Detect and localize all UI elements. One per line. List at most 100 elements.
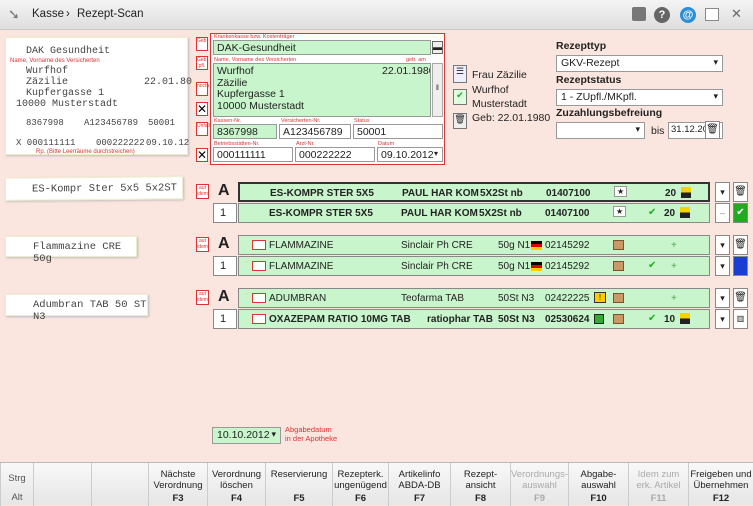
item-1-article-row[interactable]: ES-KOMPR STER 5X5 PAUL HAR KOM 5X2St nb … [238,203,710,223]
item-1-name: ES-KOMPR STER 5X5 [270,188,374,199]
item-2b-maker: Sinclair Ph CRE [401,261,473,272]
scan-city: 10000 Musterstadt [16,99,119,110]
modifier-keys: Strg Alt [0,463,33,506]
item-1b-stock-icon [680,207,690,218]
item-2-delete-button[interactable]: 🗑 [733,235,748,255]
abgabedatum-select[interactable]: 10.10.2012 [212,427,281,444]
item-1b-confirm-button[interactable]: ✔ [733,203,748,223]
scan-datum: 09.10.12 [146,138,190,148]
item-2b-pzn: 02145292 [545,261,590,272]
item-1-maker: PAUL HAR KOM [402,188,479,199]
street: Kupfergasse 1 [217,88,285,100]
f4-verordnung-loeschen-button[interactable]: Verordnung löschen F4 [207,463,265,506]
patient-lastname: Wurfhof [472,84,509,96]
zuzahlung-from-select[interactable] [556,122,645,139]
patient-delete-button[interactable]: 🗑 [453,113,467,129]
arzt-field[interactable]: 000222222 [295,147,375,162]
arbeitsunfall-checkbox[interactable]: ✕ [196,148,208,162]
item-3b-qty: 10 [664,314,676,325]
item-2-menu-button[interactable]: ▾ [715,235,730,255]
item-3b-menu-button[interactable]: ▾ [715,309,730,329]
item-1-menu-button[interactable]: ▾ [715,182,730,202]
betrieb-field[interactable]: 000111111 [213,147,293,162]
back-icon[interactable]: ➘ [8,6,20,23]
item-3-menu-button[interactable]: ▾ [715,288,730,308]
aut-idem-1[interactable]: aut idem [196,184,209,199]
aut-idem-2[interactable]: aut idem [196,237,209,252]
insurer-field[interactable]: DAK-Gesundheit [213,40,431,55]
versnr-field[interactable]: A123456789 [279,124,351,139]
item-2-flag-icon [531,241,542,250]
help-icon[interactable]: ? [654,7,670,23]
breadcrumb-root[interactable]: Kasse [32,8,64,20]
item-2b-name: FLAMMAZINE [269,261,334,272]
scan-rp-note: Rp. (Bitte Leerräume durchstreichen) [36,149,135,155]
item-2-quantity-field[interactable]: 1 [213,256,237,276]
patient-check-button[interactable]: ✔ [453,89,467,105]
item-2-size: 50g N1 [498,240,531,251]
gebuehr-frei-box: Geb. [196,37,208,51]
kassennr-field[interactable]: 8367998 [213,124,277,139]
scan-item-3: Adumbran TAB 50 ST N3 [5,294,148,323]
status-field[interactable]: 50001 [353,124,443,139]
address-scrollbar[interactable]: ‖ [432,63,443,117]
datum-dropdown-icon[interactable]: ▾ [434,149,438,158]
insurer-menu-button[interactable]: ▬ [432,41,443,54]
item-1b-size: 5X2St nb [479,208,522,219]
f11-idem-button[interactable]: Idem zum erk. Artikel F11 [628,463,688,506]
scan-item-3-text: Adumbran TAB 50 ST N3 [33,299,147,323]
f7-artikelinfo-button[interactable]: Artikelinfo ABDA-DB F7 [388,463,450,506]
rezepttyp-select[interactable]: GKV-Rezept [556,55,723,72]
item-3b-barcode-button[interactable]: ▥ [733,309,748,329]
scan-insurer: DAK Gesundheit [26,46,111,57]
empty-key-1 [33,463,91,506]
item-2-name: FLAMMAZINE [269,240,334,251]
item-3-delete-button[interactable]: 🗑 [733,288,748,308]
alt-marker-3: A [218,288,230,305]
aut-idem-3[interactable]: aut idem [196,290,209,305]
item-1-pzn: 01407100 [546,188,591,199]
item-1-delete-button[interactable]: 🗑 [733,182,748,202]
item-2b-status-button[interactable] [733,256,748,276]
printer-icon[interactable] [632,7,646,21]
f10-abgabeauswahl-button[interactable]: Abgabe-auswahl F10 [568,463,628,506]
address-field[interactable]: Wurfhof Zäzilie Kupfergasse 1 10000 Must… [213,63,431,117]
item-2-plus-icon: + [671,240,677,251]
item-3-quantity-field[interactable]: 1 [213,309,237,329]
item-3-article-row[interactable]: OXAZEPAM RATIO 10MG TAB ratiophar TAB 50… [238,309,710,329]
patient-search-button[interactable]: ☰ [453,65,467,83]
f8-rezeptansicht-button[interactable]: Rezept-ansicht F8 [450,463,510,506]
f9-verordnungsauswahl-button[interactable]: Verordnungs-auswahl F9 [510,463,568,506]
item-2-article-row[interactable]: FLAMMAZINE Sinclair Ph CRE 50g N1 021452… [238,256,710,276]
item-1b-minus-button[interactable]: – [715,203,730,223]
item-3b-info-icon [613,314,624,324]
item-3-pzn: 02422225 [545,293,590,304]
rezeptstatus-select[interactable]: 1 - ZUpfl./MKpfl. [556,89,723,106]
f6-rezepterk-button[interactable]: Rezepterk. ungenügend F6 [332,463,388,506]
item-3-pack-icon [252,293,266,303]
item-1b-star-icon: ★ [613,206,627,217]
item-2b-menu-button[interactable]: ▾ [715,256,730,276]
scan-item-1: ES-Kompr Ster 5x5 5x2ST [4,176,184,201]
close-icon[interactable]: ✕ [731,6,742,22]
item-2-scan-row[interactable]: FLAMMAZINE Sinclair Ph CRE 50g N1 021452… [238,235,710,255]
email-icon[interactable]: @ [680,7,696,23]
f5-reservierung-button[interactable]: Reservierung F5 [265,463,332,506]
alt-key-label: Alt [11,492,23,503]
scan-street: Kupfergasse 1 [26,88,105,99]
item-2b-check-icon: ✔ [648,260,657,271]
zuzahlung-clear-button[interactable]: 🗑 [705,121,720,139]
item-1-quantity-field[interactable]: 1 [213,203,237,223]
item-2-pzn: 02145292 [545,240,590,251]
sonstige-checkbox[interactable]: ✕ [196,102,208,116]
item-1-scan-row[interactable]: ES-KOMPR STER 5X5 PAUL HAR KOM 5X2St nb … [238,182,710,202]
f3-naechste-verordnung-button[interactable]: Nächste Verordnung F3 [148,463,207,506]
item-3-scan-row[interactable]: ADUMBRAN Teofarma TAB 50St N3 02422225 !… [238,288,710,308]
item-3b-stock-icon [594,314,604,324]
scan-arzt: 000222222 [96,138,145,148]
noctu-box: noctu [196,82,209,96]
window-icon[interactable] [705,8,719,21]
abgabedatum-label-2: in der Apotheke [285,434,338,443]
item-1b-qty: 20 [664,208,676,219]
f12-freigeben-button[interactable]: Freigeben und Übernehmen F12 [688,463,753,506]
